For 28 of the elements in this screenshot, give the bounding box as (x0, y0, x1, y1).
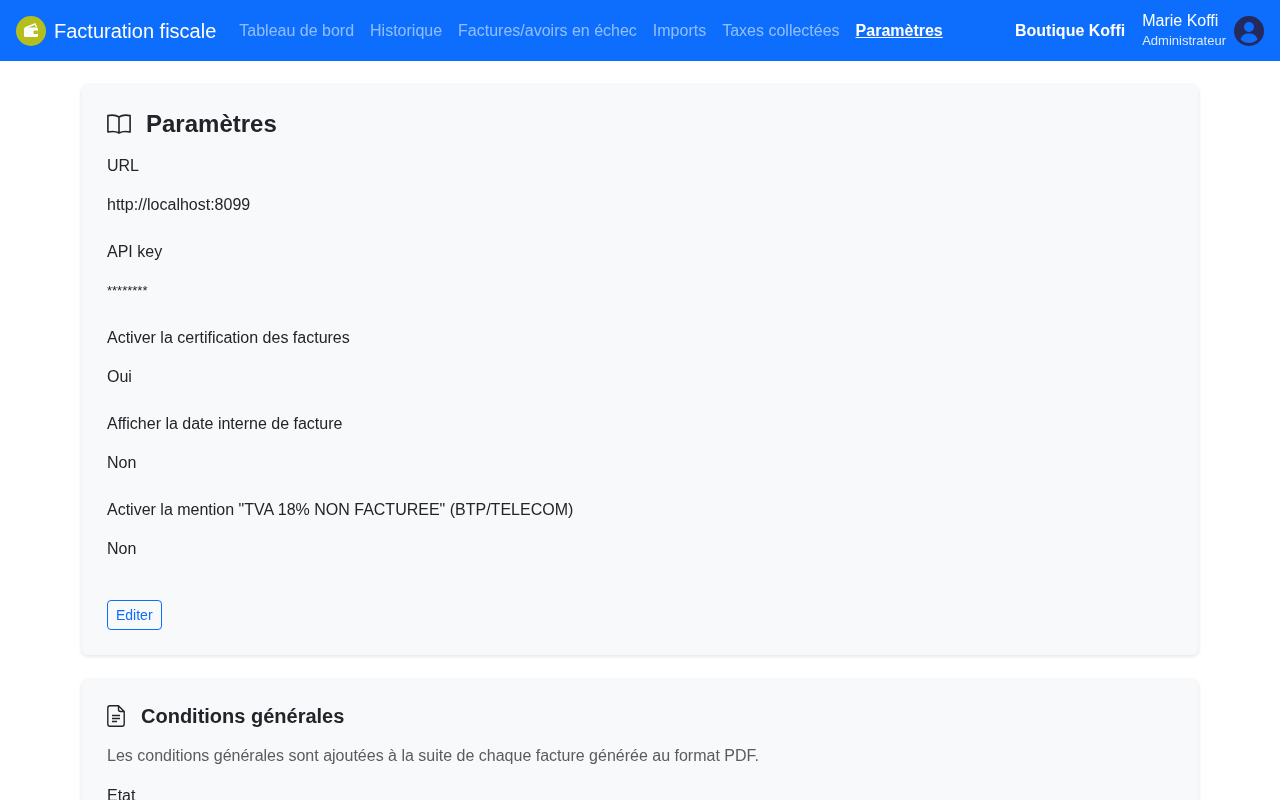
field-value: Oui (107, 367, 133, 387)
user-avatar-icon[interactable] (1234, 15, 1264, 46)
field-label: URL (107, 156, 140, 176)
field-label: Activer la mention "TVA 18% NON FACTUREE" (BTP/TELECOM) (107, 500, 575, 520)
open-book-icon (107, 113, 131, 134)
edit-button[interactable]: Editer (107, 600, 162, 630)
nav-link[interactable]: Imports (644, 10, 715, 51)
card-title: Paramètres (146, 109, 277, 138)
nav-link[interactable]: Paramètres (847, 10, 951, 51)
user-name: Marie Koffi (1142, 10, 1220, 31)
field-label: Activer la certification des factures (107, 328, 351, 348)
nav-link[interactable]: Taxes collectées (714, 10, 848, 51)
app-title[interactable]: Facturation fiscale (54, 18, 217, 43)
user-role: Administrateur (1142, 31, 1226, 50)
field-value: Non (107, 453, 138, 473)
wallet-logo-icon[interactable] (16, 15, 46, 46)
shop-name: Boutique Koffi (1015, 20, 1126, 41)
field-label: API key (107, 242, 164, 262)
masked-value: ******** (107, 282, 149, 300)
card-title: Conditions générales (141, 704, 345, 728)
field-label: Afficher la date interne de facture (107, 414, 344, 434)
card-description: Les conditions générales sont ajoutées à la suite de chaque facture générée au format PDF. (107, 746, 760, 766)
document-icon (107, 705, 125, 727)
nav-link[interactable]: Tableau de bord (231, 10, 363, 51)
field-value: http://localhost:8099 (107, 195, 252, 215)
nav-link[interactable]: Factures/avoirs en échec (450, 10, 645, 51)
nav-link[interactable]: Historique (362, 10, 451, 51)
field-value: Non (107, 539, 138, 559)
